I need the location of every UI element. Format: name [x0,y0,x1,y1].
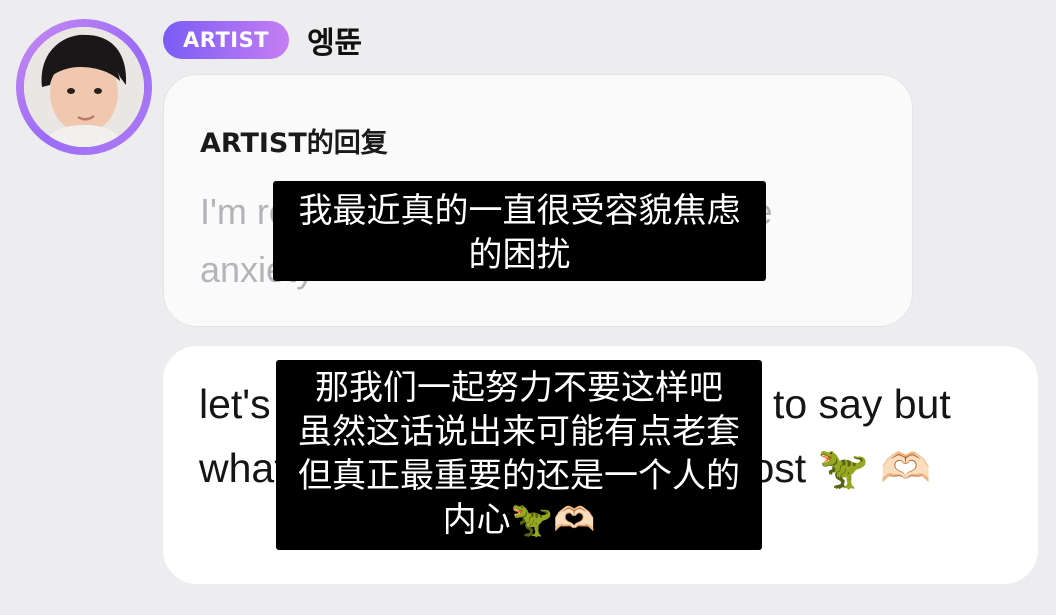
avatar[interactable] [24,27,144,147]
reply-title: ARTIST的回复 [200,128,388,159]
subtitle-top: 我最近真的一直很受容貌焦虑 的困扰 [273,181,766,281]
heart-hands-emoji-icon: 🫶🏻 [880,444,932,492]
subtitle-line: 的困扰 [468,235,571,275]
post-header: ARTIST 엥뜐 [163,18,362,62]
subtitle-line: 我最近真的一直很受容貌焦虑 [298,191,741,231]
subtitle-line: 虽然这话说出来可能有点老套 [298,412,740,452]
avatar-image [24,27,144,147]
subtitle-line: 但真正最重要的还是一个人的 [298,456,740,496]
subtitle-bottom: 那我们一起努力不要这样吧 虽然这话说出来可能有点老套 但真正最重要的还是一个人的… [276,360,762,550]
subtitle-line: 那我们一起努力不要这样吧 [315,368,723,408]
artist-badge: ARTIST [163,21,290,59]
subtitle-line: 内心🦖🫶🏻 [442,500,596,540]
dinosaur-emoji-icon: 🦖 [817,444,869,492]
avatar-ring[interactable] [16,19,152,155]
username[interactable]: 엥뜐 [307,18,362,62]
